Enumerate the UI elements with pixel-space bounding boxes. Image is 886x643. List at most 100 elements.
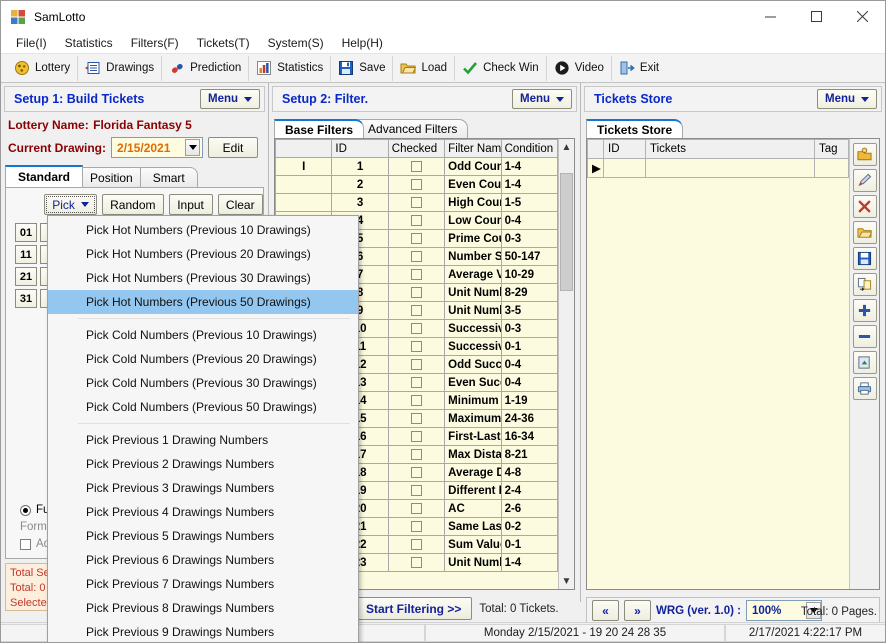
edit-button[interactable]: Edit: [208, 137, 258, 158]
open-button[interactable]: [853, 221, 877, 244]
checkbox-icon[interactable]: [411, 269, 422, 280]
toolbar-button-statistics[interactable]: Statistics: [249, 56, 331, 81]
tab-tickets-store[interactable]: Tickets Store: [586, 119, 683, 138]
cell-condition[interactable]: 0-1: [501, 536, 557, 554]
scroll-up-icon[interactable]: ▲: [559, 139, 575, 155]
cell-condition[interactable]: 0-4: [501, 356, 557, 374]
print-button[interactable]: [853, 377, 877, 400]
close-button[interactable]: [839, 1, 885, 32]
checkbox-icon[interactable]: [411, 377, 422, 388]
cell-condition[interactable]: 1-4: [501, 554, 557, 572]
cell-condition[interactable]: 2-6: [501, 500, 557, 518]
cell-checked[interactable]: [388, 428, 444, 446]
cell-checked[interactable]: [388, 500, 444, 518]
edit-button[interactable]: [853, 169, 877, 192]
cell-checked[interactable]: [388, 374, 444, 392]
toolbar-button-exit[interactable]: Exit: [612, 56, 666, 81]
cell-checked[interactable]: [388, 482, 444, 500]
cell-checked[interactable]: [388, 320, 444, 338]
cell-checked[interactable]: [388, 302, 444, 320]
toolbar-button-load[interactable]: Load: [393, 56, 455, 81]
chevron-down-icon[interactable]: [185, 139, 200, 156]
checkbox-icon[interactable]: [411, 449, 422, 460]
toolbar-button-lottery[interactable]: Lottery: [7, 56, 78, 81]
menu-item-filters[interactable]: Filters(F): [122, 34, 188, 52]
cell-checked[interactable]: [388, 212, 444, 230]
tab-smart[interactable]: Smart: [140, 167, 198, 187]
dropdown-menu-item[interactable]: Pick Previous 5 Drawings Numbers: [48, 524, 358, 548]
cell-checked[interactable]: [388, 356, 444, 374]
dropdown-menu-item[interactable]: Pick Previous 6 Drawings Numbers: [48, 548, 358, 572]
cell-condition[interactable]: 0-4: [501, 212, 557, 230]
cell-checked[interactable]: [388, 158, 444, 176]
cell-condition[interactable]: 0-4: [501, 374, 557, 392]
checkbox-icon[interactable]: [411, 161, 422, 172]
cell-condition[interactable]: 1-4: [501, 158, 557, 176]
cell-condition[interactable]: 2-4: [501, 482, 557, 500]
cell-condition[interactable]: 16-34: [501, 428, 557, 446]
cell-checked[interactable]: [388, 194, 444, 212]
checkbox-icon[interactable]: [411, 251, 422, 262]
cell-condition[interactable]: 1-4: [501, 176, 557, 194]
checkbox-icon[interactable]: [411, 215, 422, 226]
cell-condition[interactable]: 0-3: [501, 230, 557, 248]
tab-standard[interactable]: Standard: [5, 165, 83, 187]
maximize-button[interactable]: [793, 1, 839, 32]
add-button[interactable]: [853, 299, 877, 322]
add-package-button[interactable]: [853, 143, 877, 166]
cell-checked[interactable]: [388, 536, 444, 554]
dropdown-menu-item[interactable]: Pick Previous 2 Drawings Numbers: [48, 452, 358, 476]
cell-condition[interactable]: 0-1: [501, 338, 557, 356]
current-drawing-combobox[interactable]: 2/15/2021: [111, 137, 203, 158]
advanced-checkbox[interactable]: [20, 539, 31, 550]
cell-condition[interactable]: 8-21: [501, 446, 557, 464]
cell-condition[interactable]: 1-19: [501, 392, 557, 410]
dropdown-menu-item[interactable]: Pick Cold Numbers (Previous 20 Drawings): [48, 347, 358, 371]
dropdown-menu-item[interactable]: Pick Previous 4 Drawings Numbers: [48, 500, 358, 524]
table-row[interactable]: 3High Count1-5: [276, 194, 558, 212]
filter-panel-menu-button[interactable]: Menu: [512, 89, 572, 109]
cell-checked[interactable]: [388, 266, 444, 284]
tickets-store-menu-button[interactable]: Menu: [817, 89, 877, 109]
cell-condition[interactable]: 1-5: [501, 194, 557, 212]
cell-checked[interactable]: [388, 554, 444, 572]
dropdown-menu-item[interactable]: Pick Cold Numbers (Previous 50 Drawings): [48, 395, 358, 419]
cell-checked[interactable]: [388, 284, 444, 302]
dropdown-menu-item[interactable]: Pick Hot Numbers (Previous 50 Drawings): [48, 290, 358, 314]
cell-condition[interactable]: 50-147: [501, 248, 557, 266]
table-row[interactable]: ▶: [588, 159, 849, 178]
menu-item-tickets[interactable]: Tickets(T): [188, 34, 259, 52]
clear-button[interactable]: Clear: [218, 194, 263, 215]
cell-condition[interactable]: 0-2: [501, 518, 557, 536]
menu-item-system[interactable]: System(S): [259, 34, 333, 52]
cell-checked[interactable]: [388, 392, 444, 410]
checkbox-icon[interactable]: [411, 413, 422, 424]
number-cell[interactable]: 11: [15, 245, 37, 264]
remove-button[interactable]: [853, 325, 877, 348]
scrollbar-thumb[interactable]: [560, 173, 573, 291]
number-cell[interactable]: 31: [15, 289, 37, 308]
dropdown-menu-item[interactable]: Pick Hot Numbers (Previous 20 Drawings): [48, 242, 358, 266]
checkbox-icon[interactable]: [411, 287, 422, 298]
delete-button[interactable]: [853, 195, 877, 218]
pick-dropdown-menu[interactable]: Pick Hot Numbers (Previous 10 Drawings)P…: [47, 215, 359, 643]
checkbox-icon[interactable]: [411, 395, 422, 406]
dropdown-menu-item[interactable]: Pick Previous 7 Drawings Numbers: [48, 572, 358, 596]
checkbox-icon[interactable]: [411, 431, 422, 442]
checkbox-icon[interactable]: [411, 359, 422, 370]
checkbox-icon[interactable]: [411, 341, 422, 352]
left-panel-menu-button[interactable]: Menu: [200, 89, 260, 109]
toolbar-button-check-win[interactable]: Check Win: [455, 56, 547, 81]
cell-condition[interactable]: 4-8: [501, 464, 557, 482]
copy-button[interactable]: [853, 273, 877, 296]
dropdown-menu-item[interactable]: Pick Hot Numbers (Previous 10 Drawings): [48, 218, 358, 242]
menu-item-help[interactable]: Help(H): [333, 34, 392, 52]
menu-item-statistics[interactable]: Statistics: [56, 34, 122, 52]
random-button[interactable]: Random: [102, 194, 163, 215]
cell-checked[interactable]: [388, 248, 444, 266]
tab-position[interactable]: Position: [77, 167, 146, 187]
dropdown-menu-item[interactable]: Pick Previous 1 Drawing Numbers: [48, 428, 358, 452]
cell-condition[interactable]: 3-5: [501, 302, 557, 320]
menu-item-file[interactable]: File(I): [7, 34, 56, 52]
checkbox-icon[interactable]: [411, 521, 422, 532]
